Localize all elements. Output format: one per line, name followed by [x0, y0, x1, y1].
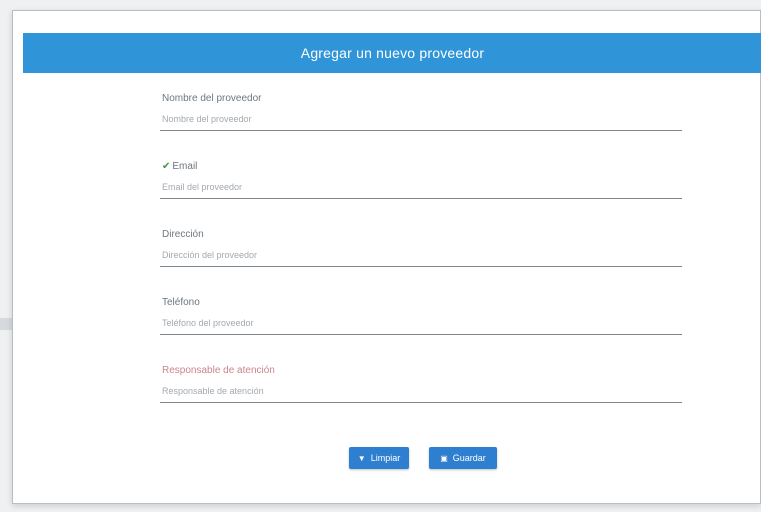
phone-label-text: Teléfono — [162, 297, 200, 308]
clear-button[interactable]: ▼ Limpiar — [349, 447, 409, 469]
filter-icon: ▼ — [357, 453, 366, 463]
supplier-name-input[interactable] — [160, 107, 682, 131]
clear-button-label: Limpiar — [370, 453, 401, 463]
check-icon: ✔ — [162, 161, 171, 172]
address-label: Dirección — [162, 229, 204, 240]
contact-person-label-text: Responsable de atención — [162, 365, 275, 376]
email-group: ✔ Email — [160, 161, 682, 213]
supplier-name-label: Nombre del proveedor — [162, 93, 262, 104]
address-label-text: Dirección — [162, 229, 204, 240]
address-group: Dirección — [160, 229, 682, 281]
phone-label: Teléfono — [162, 297, 200, 308]
email-label-text: Email — [172, 161, 198, 172]
modal-header: Agregar un nuevo proveedor — [23, 33, 761, 73]
save-button[interactable]: ▣ Guardar — [429, 447, 497, 469]
save-button-label: Guardar — [452, 453, 486, 463]
add-supplier-modal: Agregar un nuevo proveedor Nombre del pr… — [12, 10, 761, 504]
address-input[interactable] — [160, 243, 682, 267]
contact-person-input[interactable] — [160, 379, 682, 403]
modal-title: Agregar un nuevo proveedor — [300, 45, 485, 61]
phone-group: Teléfono — [160, 297, 682, 349]
email-input[interactable] — [160, 175, 682, 199]
email-label: ✔ Email — [162, 161, 197, 172]
phone-input[interactable] — [160, 311, 682, 335]
supplier-name-label-text: Nombre del proveedor — [162, 93, 262, 104]
contact-person-label: Responsable de atención — [162, 365, 275, 376]
floppy-disk-icon: ▣ — [440, 453, 448, 463]
contact-person-group: Responsable de atención — [160, 365, 682, 417]
supplier-name-group: Nombre del proveedor — [160, 93, 682, 145]
